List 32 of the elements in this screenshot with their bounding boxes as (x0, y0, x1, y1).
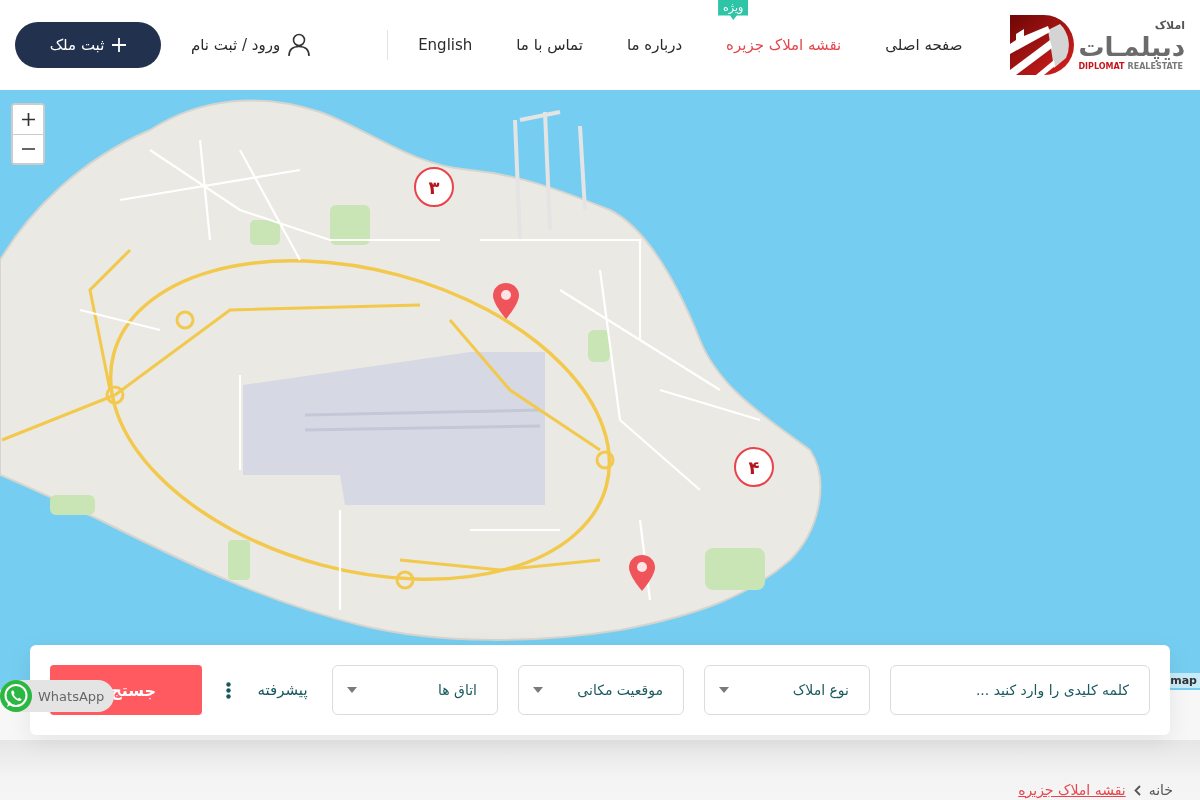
map-pin-icon[interactable] (629, 555, 655, 591)
logo-prefix-text: املاک (1154, 18, 1185, 32)
breadcrumb-link[interactable]: نقشه املاک جزیره (1018, 782, 1126, 799)
nav-link[interactable]: نقشه املاک جزیره (726, 36, 842, 54)
map-pin-icon[interactable] (493, 283, 519, 319)
chevron-left-icon (1133, 785, 1141, 796)
add-listing-button[interactable]: ثبت ملک (15, 22, 161, 68)
nav-link[interactable]: صفحه اصلی (885, 36, 963, 54)
logo-tagline: DIPLOMAT (1078, 61, 1125, 72)
user-icon (288, 33, 311, 57)
zoom-out-button[interactable] (13, 134, 43, 163)
logo-tagline: REALESTATE (1127, 61, 1183, 72)
caret-down-icon (719, 687, 729, 693)
nav-link[interactable]: English (418, 36, 473, 54)
dropdown-field[interactable]: اتاق ها (332, 665, 498, 715)
advanced-search-link[interactable]: پیشرفته (257, 681, 308, 699)
caret-down-icon (347, 687, 357, 693)
login-link[interactable]: ورود / ثبت نام (191, 33, 311, 57)
logo-icon (1008, 14, 1075, 76)
plus-icon (21, 113, 35, 126)
breadcrumb-link[interactable]: خانه (1148, 782, 1173, 799)
logo-name: دیپلمـات (1078, 31, 1185, 62)
plus-icon (112, 38, 127, 52)
nav-link[interactable]: درباره ما (626, 36, 683, 54)
featured-badge: ویژه (718, 0, 749, 20)
vertical-dots-icon[interactable] (226, 681, 232, 699)
keyword-field[interactable]: کلمه کلیدی را وارد کنید ... (890, 665, 1150, 715)
minus-icon (21, 148, 35, 150)
dropdown-field[interactable]: موقعیت مکانی (518, 665, 684, 715)
nav-link[interactable]: تماس با ما (516, 36, 583, 54)
caret-down-icon (533, 687, 543, 693)
dropdown-field[interactable]: نوع املاک (704, 665, 870, 715)
